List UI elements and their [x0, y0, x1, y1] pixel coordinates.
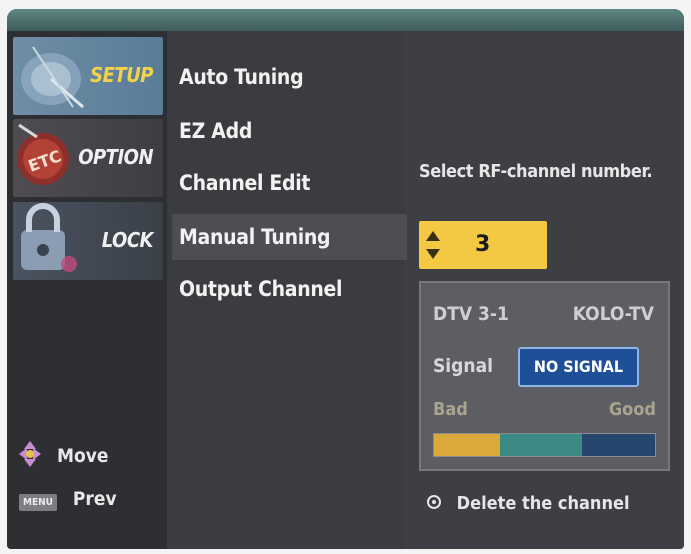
menu-item-ez-add[interactable]: EZ Add	[179, 119, 252, 143]
tab-option-label: OPTION	[78, 145, 153, 169]
signal-label: Signal	[433, 355, 493, 377]
signal-bad-label: Bad	[433, 399, 468, 420]
channel-info-panel: DTV 3-1 KOLO-TV Signal NO SIGNAL Bad Goo…	[419, 281, 670, 471]
tab-lock[interactable]: LOCK	[13, 202, 163, 280]
tab-setup-label: SETUP	[90, 63, 153, 87]
delete-channel-action[interactable]: Delete the channel	[427, 493, 630, 514]
rf-channel-selector[interactable]: 3	[419, 221, 547, 269]
manual-tuning-panel: Select RF-channel number. 3 DTV 3-1 KOLO…	[405, 31, 684, 549]
top-bar	[7, 9, 684, 31]
delete-channel-label: Delete the channel	[456, 493, 630, 514]
move-dpad-icon	[19, 441, 41, 472]
move-label: Move	[56, 445, 109, 467]
prev-label: Prev	[72, 488, 117, 510]
signal-meter-low-segment	[434, 434, 500, 456]
signal-meter-mid-segment	[500, 434, 582, 456]
move-hint: Move	[19, 441, 108, 472]
tab-option[interactable]: ETC OPTION	[13, 119, 163, 197]
circle-button-icon	[427, 493, 441, 514]
prev-hint: MENU Prev	[19, 488, 117, 511]
menu-item-auto-tuning[interactable]: Auto Tuning	[179, 65, 304, 89]
menu-item-output-channel[interactable]: Output Channel	[179, 277, 342, 301]
signal-strength-meter	[433, 433, 656, 457]
tab-lock-label: LOCK	[101, 228, 154, 252]
menu-key-icon: MENU	[19, 488, 57, 511]
tab-setup[interactable]: SETUP	[13, 37, 163, 115]
menu-item-channel-edit[interactable]: Channel Edit	[179, 171, 310, 195]
dtv-channel-label: DTV 3-1	[433, 303, 509, 325]
station-callsign: KOLO-TV	[572, 303, 654, 325]
signal-status-badge: NO SIGNAL	[518, 347, 639, 387]
menu-item-manual-tuning[interactable]: Manual Tuning	[179, 225, 331, 249]
signal-good-label: Good	[608, 399, 656, 420]
rf-channel-prompt: Select RF-channel number.	[419, 161, 653, 182]
rf-channel-value: 3	[475, 232, 491, 257]
up-down-arrows-icon	[426, 231, 440, 259]
tv-menu-screen: SETUP ETC OPTION LOCK Move MENU Prev Aut…	[7, 9, 684, 549]
